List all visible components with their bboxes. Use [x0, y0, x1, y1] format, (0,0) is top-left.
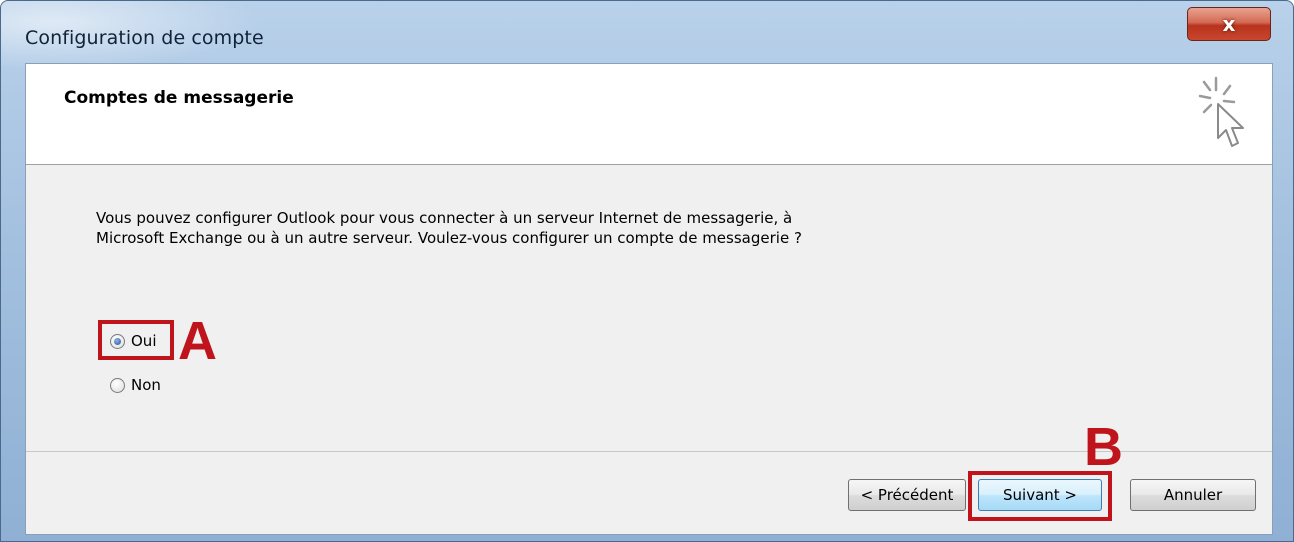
radio-non-label: Non [131, 376, 161, 394]
previous-button[interactable]: < Précédent [848, 479, 966, 511]
annotation-letter-b: B [1084, 417, 1123, 477]
close-button[interactable]: x [1187, 7, 1271, 41]
dialog-client-area: Comptes de messagerie Vous pouvez config… [25, 63, 1273, 535]
radio-button-unchecked[interactable] [110, 377, 125, 393]
annotation-letter-a: A [178, 311, 217, 371]
close-icon: x [1222, 12, 1236, 36]
cancel-button[interactable]: Annuler [1130, 479, 1256, 511]
page-title: Comptes de messagerie [64, 88, 294, 108]
wizard-header: Comptes de messagerie [26, 64, 1272, 165]
window-frame: Configuration de compte x Comptes de mes… [0, 0, 1294, 542]
radio-non[interactable]: Non [110, 376, 161, 394]
title-bar[interactable]: Configuration de compte x [1, 1, 1293, 63]
annotation-box-b [968, 471, 1112, 521]
annotation-box-a [98, 320, 174, 360]
description-text: Vous pouvez configurer Outlook pour vous… [96, 209, 802, 247]
window-title: Configuration de compte [25, 27, 264, 49]
wizard-cursor-icon [1198, 76, 1244, 147]
